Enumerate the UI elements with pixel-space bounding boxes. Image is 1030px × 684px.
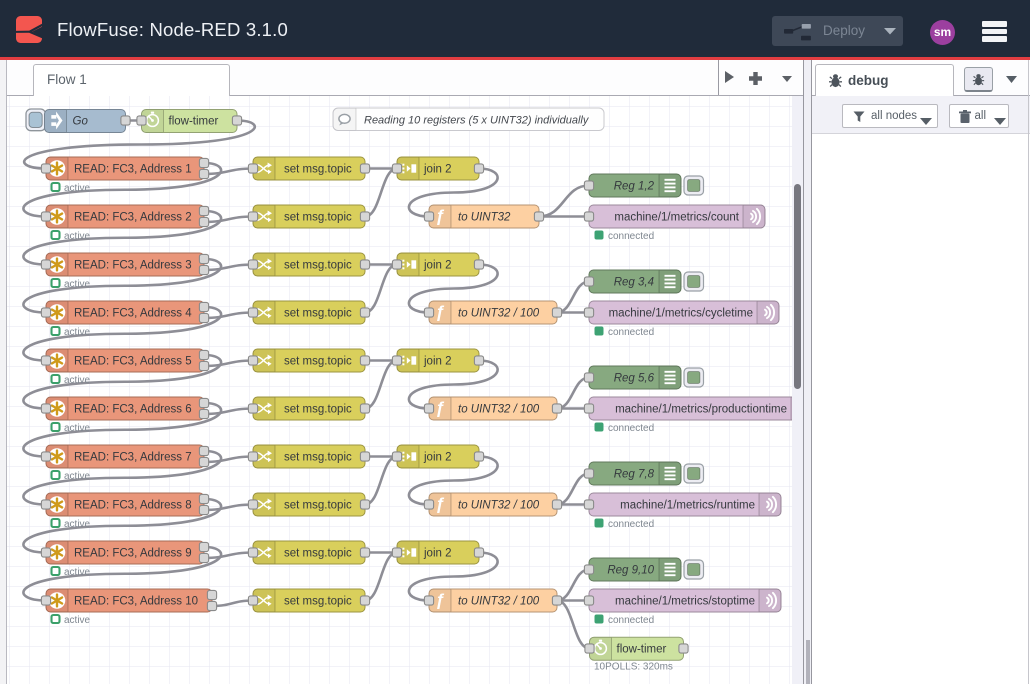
svg-text:machine/1/metrics/cycletime: machine/1/metrics/cycletime bbox=[609, 308, 753, 320]
svg-text:10POLLS: 320ms: 10POLLS: 320ms bbox=[594, 662, 673, 673]
svg-text:connected: connected bbox=[608, 423, 654, 434]
svg-text:join 2: join 2 bbox=[423, 164, 452, 176]
svg-text:Reg 3,4: Reg 3,4 bbox=[614, 277, 654, 289]
svg-text:active: active bbox=[64, 231, 91, 242]
svg-text:to UINT32 / 100: to UINT32 / 100 bbox=[458, 596, 540, 608]
svg-text:set msg.topic: set msg.topic bbox=[284, 308, 352, 320]
svg-text:Reg 1,2: Reg 1,2 bbox=[614, 181, 655, 193]
svg-text:ƒ: ƒ bbox=[435, 495, 444, 514]
svg-text:Reg 5,6: Reg 5,6 bbox=[614, 373, 655, 385]
svg-text:to UINT32 / 100: to UINT32 / 100 bbox=[458, 404, 540, 416]
svg-text:connected: connected bbox=[608, 231, 654, 242]
svg-text:ƒ: ƒ bbox=[435, 303, 444, 322]
svg-text:to UINT32 / 100: to UINT32 / 100 bbox=[458, 500, 540, 512]
svg-text:ƒ: ƒ bbox=[435, 207, 444, 226]
svg-text:machine/1/metrics/stoptime: machine/1/metrics/stoptime bbox=[615, 596, 755, 608]
svg-text:set msg.topic: set msg.topic bbox=[284, 500, 352, 512]
svg-text:set msg.topic: set msg.topic bbox=[284, 404, 352, 416]
svg-text:set msg.topic: set msg.topic bbox=[284, 548, 352, 560]
svg-text:set msg.topic: set msg.topic bbox=[284, 452, 352, 464]
svg-text:to UINT32: to UINT32 bbox=[458, 212, 511, 224]
svg-text:READ: FC3, Address 8: READ: FC3, Address 8 bbox=[74, 500, 192, 512]
svg-text:READ: FC3, Address 10: READ: FC3, Address 10 bbox=[74, 596, 198, 608]
svg-text:READ: FC3, Address 3: READ: FC3, Address 3 bbox=[74, 260, 192, 272]
svg-text:set msg.topic: set msg.topic bbox=[284, 212, 352, 224]
svg-text:join 2: join 2 bbox=[423, 260, 452, 272]
svg-text:machine/1/metrics/runtime: machine/1/metrics/runtime bbox=[620, 500, 755, 512]
svg-text:active: active bbox=[64, 375, 91, 386]
svg-text:active: active bbox=[64, 615, 91, 626]
svg-text:to UINT32 / 100: to UINT32 / 100 bbox=[458, 308, 540, 320]
svg-text:connected: connected bbox=[608, 327, 654, 338]
svg-text:READ: FC3, Address 7: READ: FC3, Address 7 bbox=[74, 452, 192, 464]
svg-text:machine/1/metrics/count: machine/1/metrics/count bbox=[614, 212, 739, 224]
svg-text:active: active bbox=[64, 279, 91, 290]
svg-text:set msg.topic: set msg.topic bbox=[284, 596, 352, 608]
svg-text:Go: Go bbox=[73, 116, 89, 128]
svg-text:READ: FC3, Address 1: READ: FC3, Address 1 bbox=[74, 164, 192, 176]
svg-text:active: active bbox=[64, 471, 91, 482]
svg-text:Reg 9,10: Reg 9,10 bbox=[607, 565, 654, 577]
svg-text:READ: FC3, Address 9: READ: FC3, Address 9 bbox=[74, 548, 192, 560]
svg-text:READ: FC3, Address 5: READ: FC3, Address 5 bbox=[74, 356, 192, 368]
svg-text:set msg.topic: set msg.topic bbox=[284, 356, 352, 368]
svg-text:Reading 10 registers (5 x UINT: Reading 10 registers (5 x UINT32) indivi… bbox=[364, 115, 590, 127]
svg-text:machine/1/metrics/productionti: machine/1/metrics/productiontime bbox=[615, 404, 787, 416]
svg-text:set msg.topic: set msg.topic bbox=[284, 164, 352, 176]
svg-text:active: active bbox=[64, 423, 91, 434]
svg-text:connected: connected bbox=[608, 615, 654, 626]
svg-text:connected: connected bbox=[608, 519, 654, 530]
svg-text:flow-timer: flow-timer bbox=[617, 644, 667, 656]
svg-text:active: active bbox=[64, 567, 91, 578]
svg-text:flow-timer: flow-timer bbox=[169, 116, 219, 128]
svg-text:ƒ: ƒ bbox=[435, 591, 444, 610]
svg-text:READ: FC3, Address 2: READ: FC3, Address 2 bbox=[74, 212, 192, 224]
svg-text:join 2: join 2 bbox=[423, 452, 452, 464]
svg-text:active: active bbox=[64, 183, 91, 194]
svg-text:active: active bbox=[64, 327, 91, 338]
svg-text:ƒ: ƒ bbox=[435, 399, 444, 418]
svg-text:READ: FC3, Address 6: READ: FC3, Address 6 bbox=[74, 404, 192, 416]
svg-text:join 2: join 2 bbox=[423, 356, 452, 368]
svg-text:join 2: join 2 bbox=[423, 548, 452, 560]
svg-text:active: active bbox=[64, 519, 91, 530]
svg-text:READ: FC3, Address 4: READ: FC3, Address 4 bbox=[74, 308, 192, 320]
svg-text:Reg 7,8: Reg 7,8 bbox=[614, 469, 655, 481]
svg-text:set msg.topic: set msg.topic bbox=[284, 260, 352, 272]
